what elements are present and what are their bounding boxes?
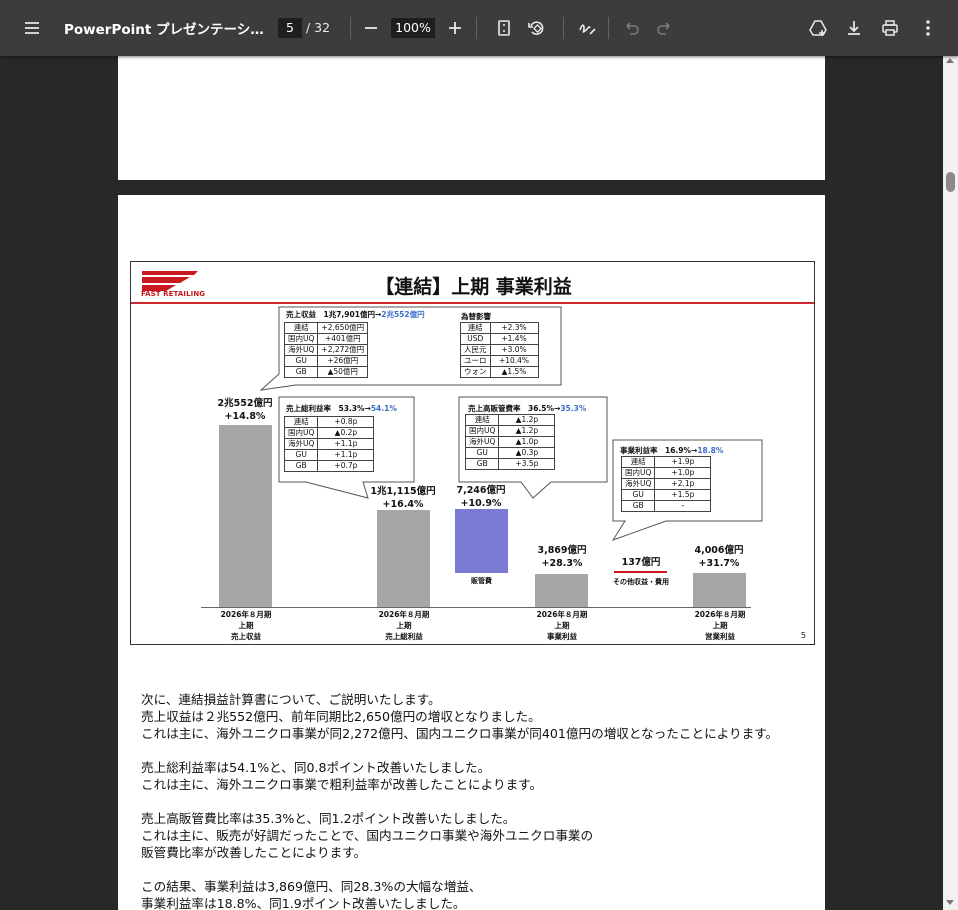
other-value-label: 137億円	[621, 557, 661, 568]
toolbar-divider	[608, 17, 609, 39]
other-inner-label: その他収益・費用	[613, 578, 669, 586]
undo-icon[interactable]	[618, 14, 646, 42]
zoom-level-input[interactable]: 100%	[391, 18, 435, 38]
axis-label-sales: 2026年８月期 上期 売上収益	[220, 610, 272, 641]
bar-operating-profit	[693, 573, 746, 607]
document-title: PowerPoint プレゼンテーシ...	[64, 22, 264, 38]
notes-line: 販管費比率が改善したことによります。	[141, 845, 367, 860]
bp-box-header: 事業利益率 16.9%→18.8%	[620, 446, 724, 455]
axis-label-bp: 2026年８月期 上期 事業利益	[536, 610, 588, 641]
bp-value-label: 3,869億円 +28.3%	[537, 545, 587, 569]
toolbar-divider	[350, 17, 351, 39]
toolbar-divider	[563, 17, 564, 39]
add-to-drive-icon[interactable]	[804, 14, 832, 42]
pdf-viewer: FAST RETAILING 【連結】上期 事業利益 売上収益 1兆7,901億…	[0, 56, 943, 910]
fx-table: 連結 +2.3% USD +1.4% 人民元 +3.0% ユーロ +10.4% ウォン ▲…	[460, 322, 539, 378]
rotate-icon[interactable]	[522, 14, 550, 42]
bp-table: 連結 +1.9p 国内UQ +1.0p 海外UQ +2.1p GU +1.5p GB -	[620, 456, 712, 512]
fx-header: 為替影響	[461, 312, 491, 321]
scrollbar-thumb[interactable]	[946, 172, 955, 192]
bar-sales	[219, 425, 272, 607]
notes-line: 売上収益は２兆552億円、前年同期比2,650億円の増収となりました。	[141, 709, 541, 724]
fit-page-icon[interactable]	[490, 14, 518, 42]
sga-table: 連結 ▲1.2p 国内UQ ▲1.2p 海外UQ ▲1.0p GU ▲0.3p GB +3…	[464, 414, 556, 470]
hamburger-menu-icon[interactable]	[18, 14, 46, 42]
more-options-icon[interactable]	[914, 14, 942, 42]
bar-business-profit	[535, 574, 588, 607]
sga-value-label: 7,246億円 +10.9%	[456, 485, 506, 509]
sga-inner-label: 販管費	[471, 577, 492, 585]
op-value-label: 4,006億円 +31.7%	[694, 545, 744, 569]
notes-line: 売上総利益率は54.1%と、同0.8ポイント改善いたしました。	[141, 760, 491, 775]
notes-line: これは主に、販売が好調だったことで、国内ユニクロ事業や海外ユニクロ事業の	[141, 828, 594, 843]
gross-box-header: 売上総利益率 53.3%→54.1%	[286, 404, 397, 413]
zoom-out-button[interactable]	[357, 14, 385, 42]
gross-value-label: 1兆1,115億円 +16.4%	[370, 486, 436, 510]
chart-baseline	[201, 607, 751, 608]
pdf-toolbar: PowerPoint プレゼンテーシ... 5 / 32 100%	[0, 0, 958, 56]
zoom-in-button[interactable]	[441, 14, 469, 42]
sales-value-label: 2兆552億円 +14.8%	[217, 398, 273, 422]
slide: FAST RETAILING 【連結】上期 事業利益 売上収益 1兆7,901億…	[130, 261, 815, 645]
notes-line: 次に、連結損益計算書について、ご説明いたします。	[141, 692, 441, 707]
scroll-down-arrow-icon[interactable]	[946, 900, 954, 905]
download-icon[interactable]	[840, 14, 868, 42]
bar-gross-profit	[377, 510, 430, 607]
toolbar-divider	[476, 17, 477, 39]
draw-icon[interactable]	[573, 14, 601, 42]
bar-sga	[455, 509, 508, 573]
notes-line: 事業利益率は18.8%、同1.9ポイント改善いたしました。	[141, 896, 466, 910]
notes-line: この結果、事業利益は3,869億円、同28.3%の大幅な増益、	[141, 879, 482, 894]
pdf-page-current: FAST RETAILING 【連結】上期 事業利益 売上収益 1兆7,901億…	[118, 195, 825, 910]
sga-box-header: 売上高販管費率 36.5%→35.3%	[468, 404, 587, 413]
notes-line: 売上高販管費比率は35.3%と、同1.2ポイント改善いたしました。	[141, 811, 516, 826]
pdf-page-previous	[118, 56, 825, 180]
slide-number: 5	[800, 631, 806, 640]
axis-label-op: 2026年８月期 上期 営業利益	[694, 610, 746, 641]
sales-table: 連結 +2,650億円 国内UQ +401億円 海外UQ +2,272億円 GU +26…	[283, 322, 369, 378]
notes-line: これは主に、海外ユニクロ事業が同2,272億円、国内ユニクロ事業が同401億円の…	[141, 726, 779, 741]
bar-other	[614, 571, 667, 573]
redo-icon[interactable]	[650, 14, 678, 42]
page-number-input[interactable]: 5	[278, 18, 302, 38]
axis-label-gross: 2026年８月期 上期 売上総利益	[378, 610, 430, 641]
sales-box-header: 売上収益 1兆7,901億円→2兆552億円	[286, 310, 425, 319]
speaker-notes: 次に、連結損益計算書について、ご説明いたします。 売上収益は２兆552億円、前年…	[141, 691, 778, 910]
page-total: / 32	[306, 20, 331, 35]
notes-line: これは主に、海外ユニクロ事業で粗利益率が改善したことによります。	[141, 777, 543, 792]
gross-table: 連結 +0.8p 国内UQ ▲0.2p 海外UQ +1.1p GU +1.1p GB +0…	[283, 416, 375, 472]
scroll-up-arrow-icon[interactable]	[946, 58, 954, 63]
print-icon[interactable]	[876, 14, 904, 42]
